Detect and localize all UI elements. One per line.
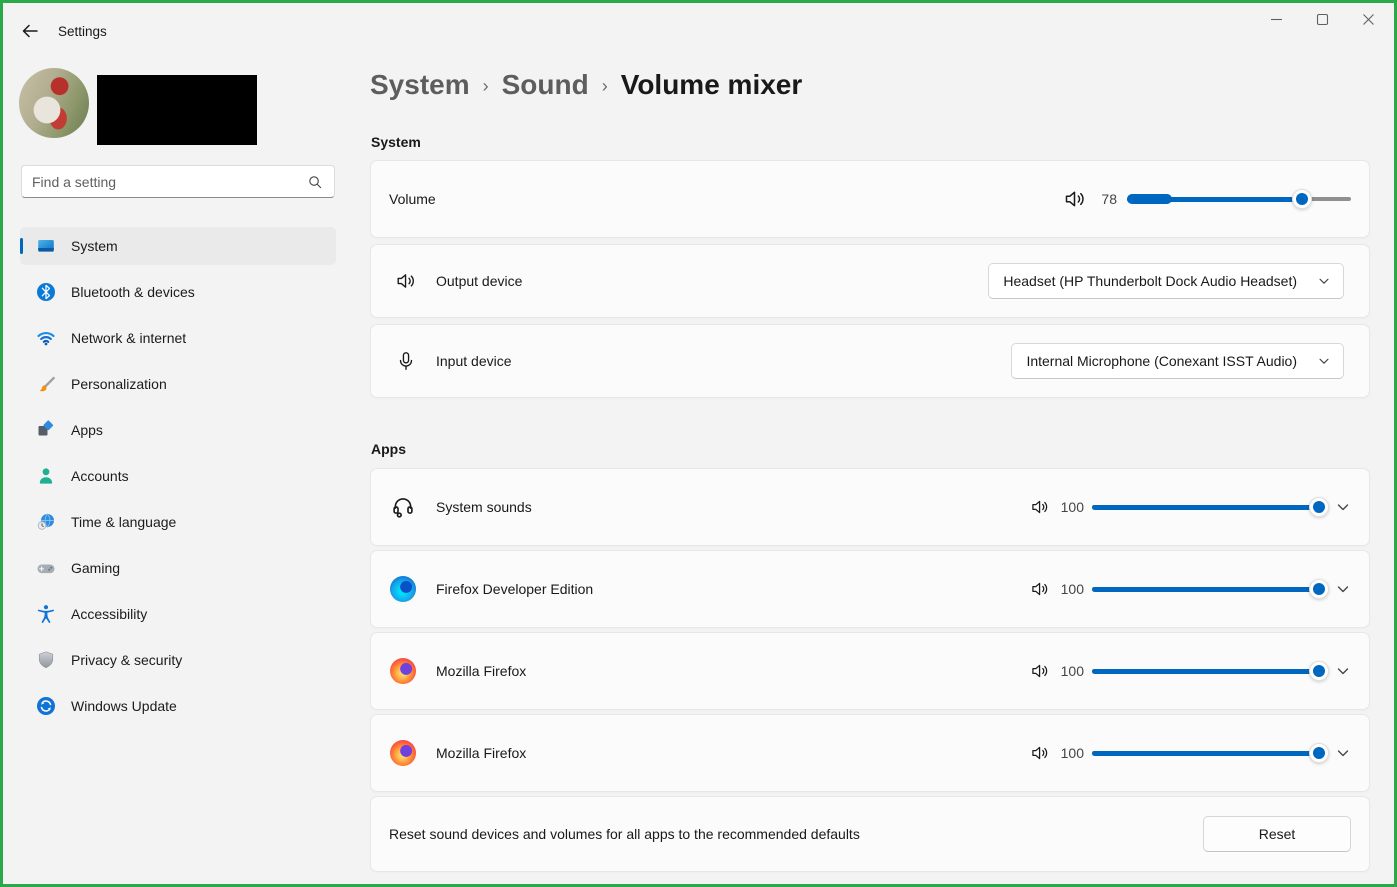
slider-thumb[interactable] bbox=[1309, 661, 1329, 681]
chevron-down-icon bbox=[1317, 274, 1331, 288]
speaker-icon bbox=[1030, 579, 1050, 599]
breadcrumb-separator: › bbox=[601, 76, 608, 96]
slider-fill bbox=[1092, 586, 1319, 592]
firefox-developer-icon bbox=[390, 576, 416, 602]
app-volume-slider[interactable] bbox=[1092, 743, 1329, 763]
app-volume-row: Mozilla Firefox 100 bbox=[370, 714, 1370, 792]
volume-label: Volume bbox=[389, 191, 436, 207]
speaker-icon bbox=[1030, 497, 1050, 517]
app-volume-value: 100 bbox=[1060, 581, 1084, 597]
breadcrumb-separator: › bbox=[482, 76, 489, 96]
input-device-label: Input device bbox=[436, 353, 512, 369]
sidebar-item-windows-update[interactable]: Windows Update bbox=[20, 687, 336, 725]
windows-update-icon bbox=[36, 696, 56, 716]
section-header-system: System bbox=[371, 134, 421, 150]
breadcrumb: System › Sound › Volume mixer bbox=[370, 69, 802, 101]
sidebar-item-bluetooth-devices[interactable]: Bluetooth & devices bbox=[20, 273, 336, 311]
audio-peak-meter bbox=[1127, 194, 1172, 204]
close-icon[interactable] bbox=[1345, 0, 1391, 38]
sidebar-item-personalization[interactable]: Personalization bbox=[20, 365, 336, 403]
sidebar-nav: System Bluetooth & devices Network & int… bbox=[20, 227, 336, 733]
chevron-down-icon[interactable] bbox=[1335, 499, 1351, 515]
speaker-icon bbox=[1030, 661, 1050, 681]
app-volume-slider[interactable] bbox=[1092, 579, 1329, 599]
maximize-icon[interactable] bbox=[1299, 0, 1345, 38]
sidebar-item-system[interactable]: System bbox=[20, 227, 336, 265]
breadcrumb-system[interactable]: System bbox=[370, 69, 470, 101]
time-language-icon bbox=[36, 512, 56, 532]
back-arrow-icon[interactable] bbox=[20, 21, 40, 41]
app-volume-row: Mozilla Firefox 100 bbox=[370, 632, 1370, 710]
selected-indicator bbox=[20, 238, 23, 254]
section-header-apps: Apps bbox=[371, 441, 406, 457]
accessibility-icon bbox=[36, 604, 56, 624]
sidebar-item-accounts[interactable]: Accounts bbox=[20, 457, 336, 495]
firefox-icon bbox=[390, 658, 416, 684]
input-device-value: Internal Microphone (Conexant ISST Audio… bbox=[1026, 353, 1297, 369]
titlebar: Settings bbox=[0, 0, 1397, 48]
window-controls bbox=[1253, 0, 1391, 38]
sidebar-item-privacy-security[interactable]: Privacy & security bbox=[20, 641, 336, 679]
slider-fill bbox=[1092, 668, 1319, 674]
app-volume-value: 100 bbox=[1060, 663, 1084, 679]
app-volume-value: 100 bbox=[1060, 745, 1084, 761]
user-profile[interactable] bbox=[19, 68, 339, 146]
reset-button[interactable]: Reset bbox=[1203, 816, 1351, 852]
app-volume-row: Firefox Developer Edition 100 bbox=[370, 550, 1370, 628]
personalization-icon bbox=[36, 374, 56, 394]
output-device-label: Output device bbox=[436, 273, 523, 289]
chevron-down-icon[interactable] bbox=[1335, 581, 1351, 597]
breadcrumb-sound[interactable]: Sound bbox=[502, 69, 589, 101]
bluetooth-icon bbox=[36, 282, 56, 302]
output-device-dropdown[interactable]: Headset (HP Thunderbolt Dock Audio Heads… bbox=[988, 263, 1344, 299]
chevron-down-icon bbox=[1317, 354, 1331, 368]
accounts-icon bbox=[36, 466, 56, 486]
user-avatar bbox=[19, 68, 89, 138]
headset-icon bbox=[390, 494, 416, 520]
input-device-dropdown[interactable]: Internal Microphone (Conexant ISST Audio… bbox=[1011, 343, 1344, 379]
reset-row: Reset sound devices and volumes for all … bbox=[370, 796, 1370, 872]
system-icon bbox=[36, 236, 56, 256]
slider-thumb[interactable] bbox=[1309, 497, 1329, 517]
app-volume-slider[interactable] bbox=[1092, 497, 1329, 517]
sidebar-item-apps[interactable]: Apps bbox=[20, 411, 336, 449]
system-volume-row: Volume 78 bbox=[370, 160, 1370, 238]
redacted-user-name bbox=[97, 75, 257, 145]
apps-icon bbox=[36, 420, 56, 440]
reset-description: Reset sound devices and volumes for all … bbox=[389, 826, 860, 842]
search-icon[interactable] bbox=[307, 174, 323, 190]
speaker-icon bbox=[1030, 743, 1050, 763]
app-title: Settings bbox=[58, 24, 107, 39]
system-volume-slider[interactable] bbox=[1127, 189, 1351, 209]
app-volume-value: 100 bbox=[1060, 499, 1084, 515]
network-icon bbox=[36, 328, 56, 348]
page-title: Volume mixer bbox=[620, 69, 803, 100]
app-volume-row: System sounds 100 bbox=[370, 468, 1370, 546]
privacy-icon bbox=[36, 650, 56, 670]
search-box bbox=[21, 165, 335, 198]
app-volume-slider[interactable] bbox=[1092, 661, 1329, 681]
sidebar-item-accessibility[interactable]: Accessibility bbox=[20, 595, 336, 633]
output-device-row: Output device Headset (HP Thunderbolt Do… bbox=[370, 244, 1370, 318]
firefox-icon bbox=[390, 740, 416, 766]
slider-fill bbox=[1092, 750, 1319, 756]
slider-fill bbox=[1092, 504, 1319, 510]
input-device-row: Input device Internal Microphone (Conexa… bbox=[370, 324, 1370, 398]
output-device-value: Headset (HP Thunderbolt Dock Audio Heads… bbox=[1003, 273, 1297, 289]
microphone-icon bbox=[395, 350, 417, 372]
sidebar-item-network-internet[interactable]: Network & internet bbox=[20, 319, 336, 357]
speaker-icon bbox=[395, 270, 417, 292]
chevron-down-icon[interactable] bbox=[1335, 663, 1351, 679]
speaker-icon bbox=[1063, 187, 1087, 211]
search-input[interactable] bbox=[22, 173, 307, 190]
chevron-down-icon[interactable] bbox=[1335, 745, 1351, 761]
sidebar-item-time-language[interactable]: Time & language bbox=[20, 503, 336, 541]
slider-thumb[interactable] bbox=[1291, 189, 1312, 209]
slider-thumb[interactable] bbox=[1309, 579, 1329, 599]
minimize-icon[interactable] bbox=[1253, 0, 1299, 38]
volume-value: 78 bbox=[1101, 191, 1117, 207]
gaming-icon bbox=[36, 558, 56, 578]
slider-thumb[interactable] bbox=[1309, 743, 1329, 763]
sidebar-item-gaming[interactable]: Gaming bbox=[20, 549, 336, 587]
